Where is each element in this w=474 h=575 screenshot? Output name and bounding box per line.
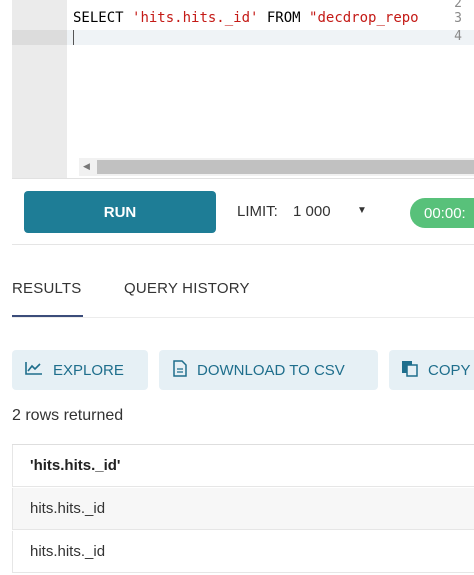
run-button[interactable]: RUN: [24, 191, 216, 233]
gutter-active-line: [12, 30, 67, 45]
line-number: 2: [454, 0, 462, 11]
editor-active-line: [67, 30, 474, 45]
download-csv-button[interactable]: DOWNLOAD TO CSV: [159, 350, 378, 390]
table-row: hits.hits._id: [12, 488, 474, 530]
sql-code-line[interactable]: SELECT 'hits.hits._id' FROM "decdrop_rep…: [73, 10, 419, 26]
horizontal-scrollbar[interactable]: ◀: [79, 158, 474, 176]
limit-select[interactable]: 1 000: [293, 203, 331, 220]
divider: [12, 317, 474, 318]
line-number: 4: [454, 29, 462, 44]
document-icon: [173, 359, 187, 381]
copy-button[interactable]: COPY: [389, 350, 474, 390]
editor-gutter: [12, 0, 67, 178]
scroll-left-icon[interactable]: ◀: [83, 161, 90, 172]
sql-string: 'hits.hits._id': [132, 10, 259, 26]
column-header[interactable]: 'hits.hits._id': [12, 445, 474, 487]
explore-button[interactable]: EXPLORE: [12, 350, 148, 390]
caret-down-icon[interactable]: ▼: [357, 205, 367, 216]
tab-results[interactable]: RESULTS: [12, 280, 81, 297]
tab-query-history[interactable]: QUERY HISTORY: [124, 280, 250, 297]
copy-icon: [401, 360, 418, 381]
download-label: DOWNLOAD TO CSV: [197, 361, 345, 379]
sql-keyword: FROM: [258, 10, 310, 26]
divider: [12, 244, 474, 245]
sql-editor[interactable]: 2 3 4 SELECT 'hits.hits._id' FROM "decdr…: [12, 0, 474, 178]
sql-keyword: SELECT: [73, 10, 133, 26]
scrollbar-thumb[interactable]: [97, 160, 474, 174]
rows-returned-text: 2 rows returned: [12, 407, 124, 424]
results-table: 'hits.hits._id' hits.hits._id hits.hits.…: [12, 444, 474, 573]
limit-label: LIMIT:: [237, 203, 278, 220]
timer-badge: 00:00:: [410, 198, 474, 228]
line-chart-icon: [25, 361, 43, 379]
table-row: hits.hits._id: [12, 531, 474, 573]
text-cursor: [73, 30, 74, 45]
sql-string: "decdrop_repo: [309, 10, 419, 26]
divider: [12, 178, 474, 179]
explore-label: EXPLORE: [53, 361, 124, 379]
line-number: 3: [454, 11, 462, 26]
copy-label: COPY: [428, 361, 471, 379]
